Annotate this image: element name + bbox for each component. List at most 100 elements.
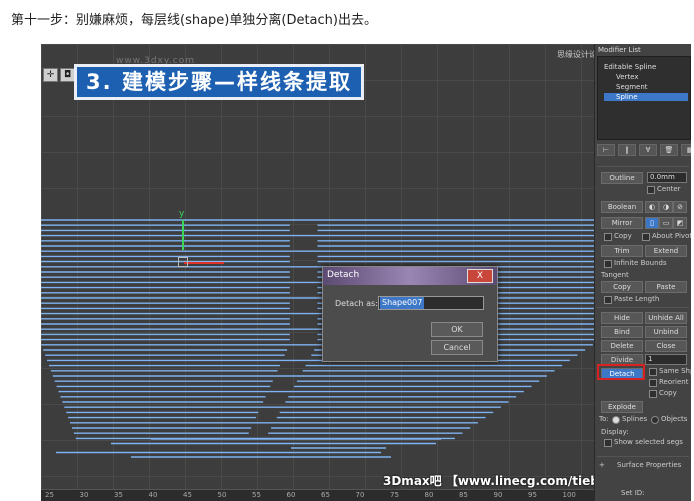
rollout-toggle-icon[interactable]: +: [599, 461, 605, 469]
detach-name-value: Shape007: [380, 297, 425, 309]
trim-button[interactable]: Trim: [601, 245, 643, 257]
cancel-button[interactable]: Cancel: [431, 340, 483, 355]
ok-button[interactable]: OK: [431, 322, 483, 337]
dialog-titlebar[interactable]: Detach X: [323, 267, 497, 285]
objects-radio[interactable]: [651, 416, 659, 424]
union-icon[interactable]: ◐: [645, 201, 659, 213]
mirror-h-icon[interactable]: ▯: [645, 217, 659, 229]
timeline-tick: 55: [252, 491, 261, 499]
max-app-window: ✛ ◘ www.3dxy.com 3. 建模步骤—样线条提取 思缘设计论坛 ww…: [41, 44, 691, 501]
dialog-close-button[interactable]: X: [467, 269, 493, 283]
timeline-tick: 30: [79, 491, 89, 499]
gizmo-x-axis[interactable]: [184, 262, 224, 264]
detach-copy-label: Copy: [659, 389, 677, 397]
timeline-tick: 80: [424, 491, 434, 499]
close-button[interactable]: Close: [645, 340, 687, 352]
center-label: Center: [657, 185, 681, 193]
gizmo-y-label: y: [179, 209, 185, 219]
splines-label: Splines: [622, 415, 648, 423]
timeline-tick: 60: [286, 491, 296, 499]
same-shp-label: Same Shp: [659, 367, 691, 375]
infinite-bounds-checkbox[interactable]: [604, 260, 612, 268]
reorient-checkbox[interactable]: [649, 379, 657, 387]
configure-icon[interactable]: ▦: [681, 144, 691, 156]
splines-radio[interactable]: [612, 416, 620, 424]
timeline-tick: 75: [390, 491, 399, 499]
stack-spline[interactable]: Spline: [604, 93, 688, 101]
timeline-tick: 35: [114, 491, 123, 499]
tangent-copy-button[interactable]: Copy: [601, 281, 643, 293]
timeline-tick: 45: [183, 491, 192, 499]
mirror-both-icon[interactable]: ◩: [673, 217, 687, 229]
detach-name-input[interactable]: Shape007: [378, 296, 484, 310]
timeline-tick: 100: [562, 491, 576, 499]
stack-tool-row: ⊢ ‖ ∀ 🗑 ▦: [597, 144, 691, 156]
timeline-tick: 40: [148, 491, 158, 499]
viewport-icons: ✛ ◘: [43, 68, 75, 82]
hide-button[interactable]: Hide: [601, 312, 643, 324]
dialog-title: Detach: [327, 270, 360, 280]
modifier-stack[interactable]: Editable Spline Vertex Segment Spline: [597, 56, 691, 140]
timeline-tick: 50: [217, 491, 227, 499]
explode-button[interactable]: Explode: [601, 401, 643, 413]
outline-button[interactable]: Outline: [601, 172, 643, 184]
bottom-brand: 3Dmax吧 【www.linecg.com/tieba/1771】: [383, 474, 594, 488]
perspective-viewport[interactable]: ✛ ◘ www.3dxy.com 3. 建模步骤—样线条提取 思缘设计论坛 ww…: [41, 44, 594, 489]
detach-highlight-box: [597, 364, 645, 380]
camera-icon[interactable]: ◘: [60, 68, 75, 82]
stack-vertex[interactable]: Vertex: [616, 73, 639, 81]
bind-button[interactable]: Bind: [601, 326, 643, 338]
show-result-icon[interactable]: ‖: [618, 144, 636, 156]
boolean-button[interactable]: Boolean: [601, 201, 643, 213]
about-pivot-checkbox[interactable]: [642, 233, 650, 241]
subtract-icon[interactable]: ◑: [659, 201, 673, 213]
top-right-brand: 思缘设计论坛 www.missyuan.com: [557, 50, 594, 59]
gizmo-center[interactable]: [178, 257, 188, 267]
divider: [597, 166, 689, 167]
paste-button[interactable]: Paste: [645, 281, 687, 293]
detach-copy-checkbox[interactable]: [649, 390, 657, 398]
divider: [597, 456, 689, 457]
move-icon[interactable]: ✛: [43, 68, 58, 82]
unhide-all-button[interactable]: Unhide All: [645, 312, 687, 324]
paste-length-checkbox[interactable]: [604, 296, 612, 304]
modifier-list-label[interactable]: Modifier List: [598, 46, 641, 54]
timeline-tick: 70: [355, 491, 365, 499]
detach-dialog: Detach X Detach as: Shape007 OK Cancel: [322, 266, 498, 362]
gizmo-y-axis[interactable]: [182, 220, 184, 250]
pin-stack-icon[interactable]: ⊢: [597, 144, 615, 156]
to-label: To:: [599, 415, 609, 423]
outline-value-field[interactable]: 0.0mm: [647, 172, 687, 183]
objects-label: Objects: [661, 415, 688, 423]
mirror-v-icon[interactable]: ▭: [659, 217, 673, 229]
center-checkbox[interactable]: [647, 186, 655, 194]
surface-properties-rollout[interactable]: Surface Properties: [617, 461, 681, 469]
infinite-bounds-label: Infinite Bounds: [614, 259, 667, 267]
delete-button[interactable]: Delete: [601, 340, 643, 352]
extend-button[interactable]: Extend: [645, 245, 687, 257]
step-caption: 第十一步：别嫌麻烦，每层线(shape)单独分离(Detach)出去。: [11, 13, 377, 28]
show-selected-segs-checkbox[interactable]: [604, 439, 612, 447]
timeline-ticks: 25 30 35 40 45 50 55 60 65 70 75 80 85 90 95 100: [41, 490, 594, 501]
step-banner: 3. 建模步骤—样线条提取: [74, 64, 364, 100]
mirror-button[interactable]: Mirror: [601, 217, 643, 229]
stack-segment[interactable]: Segment: [616, 83, 648, 91]
reorient-label: Reorient: [659, 378, 689, 386]
show-selected-segs-label: Show selected segs: [614, 438, 683, 446]
command-panel: Modifier List Editable Spline Vertex Seg…: [594, 44, 691, 501]
remove-modifier-icon[interactable]: 🗑: [660, 144, 678, 156]
set-id-label: Set ID:: [621, 489, 645, 497]
timeline-tick: 65: [321, 491, 330, 499]
timeline[interactable]: 25 30 35 40 45 50 55 60 65 70 75 80 85 90 95 100: [41, 489, 594, 501]
intersect-icon[interactable]: ⊘: [673, 201, 687, 213]
divider: [597, 307, 689, 308]
divide-value-field[interactable]: 1: [645, 354, 687, 365]
paste-length-label: Paste Length: [614, 295, 660, 303]
same-shp-checkbox[interactable]: [649, 368, 657, 376]
unbind-button[interactable]: Unbind: [645, 326, 687, 338]
make-unique-icon[interactable]: ∀: [639, 144, 657, 156]
stack-editable-spline[interactable]: Editable Spline: [604, 63, 656, 71]
copy-checkbox[interactable]: [604, 233, 612, 241]
detach-as-label: Detach as:: [335, 299, 378, 308]
timeline-tick: 85: [459, 491, 468, 499]
